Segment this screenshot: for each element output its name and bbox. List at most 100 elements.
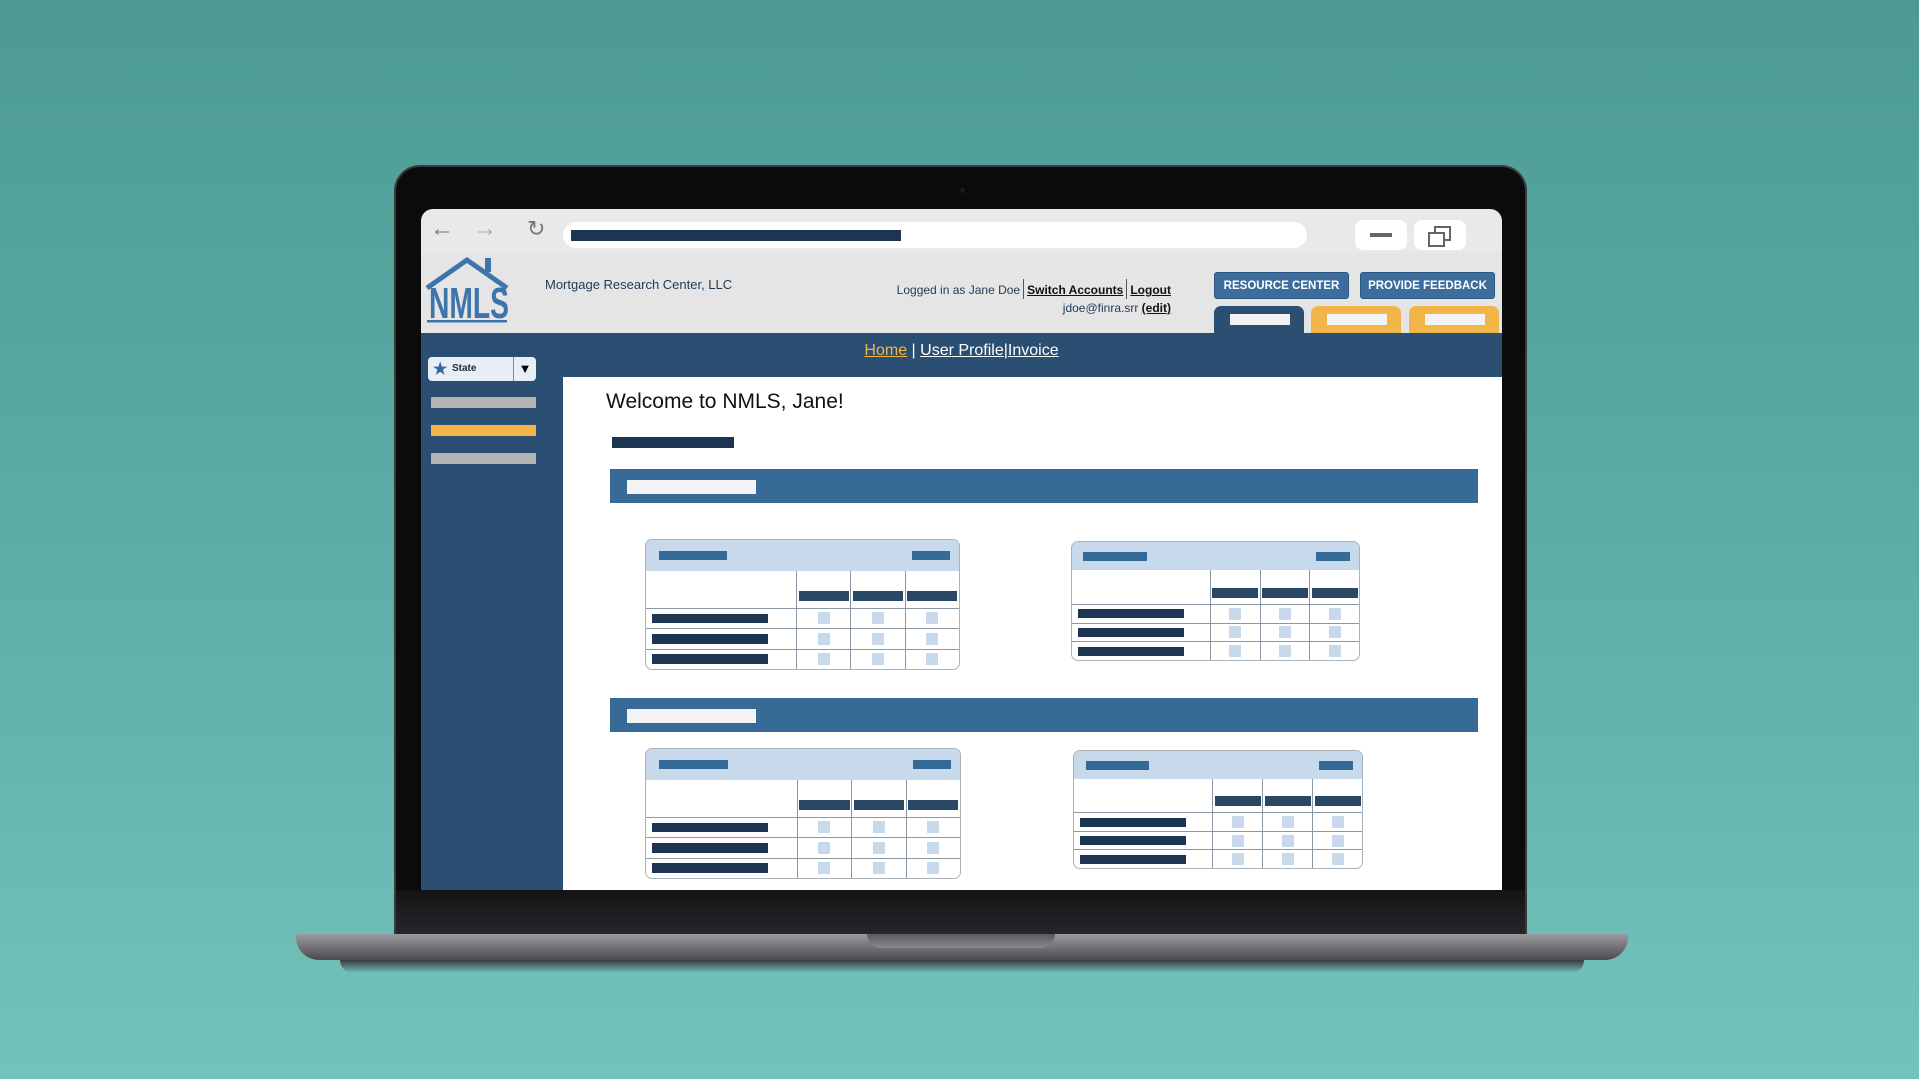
value-placeholder xyxy=(1331,853,1344,866)
value-placeholder xyxy=(817,632,830,645)
user-email: jdoe@finra.srr xyxy=(1062,301,1139,315)
table-cell xyxy=(646,607,797,628)
table-cell xyxy=(905,816,960,838)
table-cell xyxy=(1259,641,1310,660)
column-header-placeholder xyxy=(908,800,959,811)
value-placeholder xyxy=(818,821,831,834)
table-action-placeholder[interactable] xyxy=(912,551,950,561)
table-cell xyxy=(1259,622,1310,642)
address-bar[interactable] xyxy=(563,222,1307,248)
table-title-placeholder xyxy=(1085,761,1149,770)
table-cell xyxy=(796,628,851,649)
table-action-placeholder[interactable] xyxy=(1318,761,1354,770)
table-cell xyxy=(904,648,959,669)
screen: ← → ↻ NMLS Mortgage Research Center, LLC… xyxy=(421,209,1502,890)
table-cell xyxy=(1262,849,1313,868)
value-placeholder xyxy=(927,821,940,834)
nav-bar: Home | User Profile|Invoice xyxy=(421,333,1502,377)
value-placeholder xyxy=(817,653,830,666)
url-redacted xyxy=(571,230,901,241)
value-placeholder xyxy=(1281,834,1294,847)
table-cell xyxy=(1209,603,1260,623)
back-arrow-icon[interactable]: ← xyxy=(430,217,454,241)
summary-table-1 xyxy=(645,539,960,670)
table-cell xyxy=(796,648,851,669)
row-label-placeholder xyxy=(1077,609,1184,619)
value-placeholder xyxy=(926,632,939,645)
column-header-cell xyxy=(1309,570,1359,604)
row-label-placeholder xyxy=(652,822,769,833)
nav-separator: | xyxy=(911,342,916,359)
table-header-band xyxy=(646,749,960,780)
column-header-placeholder xyxy=(907,591,958,602)
provide-feedback-button[interactable]: PROVIDE FEEDBACK xyxy=(1360,272,1495,299)
logout-link[interactable]: Logout xyxy=(1130,283,1171,297)
column-header-cell xyxy=(1209,570,1260,604)
value-placeholder xyxy=(1328,645,1341,658)
column-header-cell xyxy=(1212,779,1262,813)
table-action-placeholder[interactable] xyxy=(912,760,951,770)
value-placeholder xyxy=(1278,626,1291,639)
table-cell xyxy=(1074,849,1213,868)
company-name: Mortgage Research Center, LLC xyxy=(545,277,733,292)
login-info: Logged in as Jane Doe Switch Accounts Logo… xyxy=(881,279,1171,317)
reload-icon[interactable]: ↻ xyxy=(527,217,545,241)
edit-email-link[interactable]: (edit) xyxy=(1142,301,1171,315)
column-header-cell xyxy=(851,779,905,817)
table-cell xyxy=(1212,849,1263,868)
column-header-cell xyxy=(1259,570,1310,604)
state-dropdown[interactable]: ★ State ▼ xyxy=(428,357,536,381)
restore-button[interactable] xyxy=(1414,220,1466,250)
table-cell xyxy=(1074,830,1213,850)
column-header-placeholder xyxy=(1261,587,1308,598)
table-cell xyxy=(796,816,852,838)
tab-2[interactable] xyxy=(1311,306,1401,333)
value-placeholder xyxy=(872,612,885,625)
sidebar-item-3[interactable] xyxy=(431,453,536,464)
table-cell xyxy=(646,816,797,837)
table-cell xyxy=(796,857,852,878)
value-placeholder xyxy=(1229,607,1242,620)
nav-home-link[interactable]: Home xyxy=(864,342,907,359)
table-cell xyxy=(905,857,960,878)
value-placeholder xyxy=(872,653,885,666)
tab-1[interactable] xyxy=(1214,306,1304,333)
column-header-placeholder xyxy=(799,800,850,811)
tab-3[interactable] xyxy=(1409,306,1499,333)
table-header-band xyxy=(646,540,959,571)
section-header-1 xyxy=(610,469,1478,503)
resource-center-button[interactable]: RESOURCE CENTER xyxy=(1214,272,1349,299)
forward-arrow-icon[interactable]: → xyxy=(473,217,497,241)
nav-invoice-link[interactable]: Invoice xyxy=(1008,342,1059,359)
table-cell xyxy=(646,628,797,648)
table-cell xyxy=(904,628,959,649)
value-placeholder xyxy=(1231,816,1244,829)
row-label-placeholder xyxy=(652,633,768,644)
value-placeholder xyxy=(926,653,939,666)
page-title: Welcome to NMLS, Jane! xyxy=(606,390,844,413)
column-header-cell xyxy=(1074,779,1212,812)
table-grid xyxy=(1074,779,1362,868)
table-cell xyxy=(851,816,906,838)
sidebar-item-2-active[interactable] xyxy=(431,425,536,436)
table-grid xyxy=(646,779,960,878)
triangle-down-icon[interactable]: ▼ xyxy=(513,357,536,381)
nmls-logo[interactable]: NMLS xyxy=(423,256,519,328)
column-header-cell xyxy=(646,780,797,817)
table-cell xyxy=(646,648,797,669)
sidebar-item-1[interactable] xyxy=(431,397,536,408)
minimize-button[interactable] xyxy=(1355,220,1407,250)
table-cell xyxy=(1309,603,1359,623)
table-action-placeholder[interactable] xyxy=(1315,552,1351,561)
table-cell xyxy=(1212,830,1263,850)
value-placeholder xyxy=(1331,834,1344,847)
value-placeholder xyxy=(1229,645,1242,658)
table-cell xyxy=(851,857,906,878)
switch-accounts-link[interactable]: Switch Accounts xyxy=(1027,283,1123,297)
column-header-placeholder xyxy=(1311,587,1358,598)
nav-user-profile-link[interactable]: User Profile xyxy=(920,342,1004,359)
table-grid xyxy=(1072,570,1359,660)
column-header-placeholder xyxy=(1212,587,1259,598)
section-header-2 xyxy=(610,698,1478,732)
nav-links: Home | User Profile|Invoice xyxy=(421,342,1502,360)
